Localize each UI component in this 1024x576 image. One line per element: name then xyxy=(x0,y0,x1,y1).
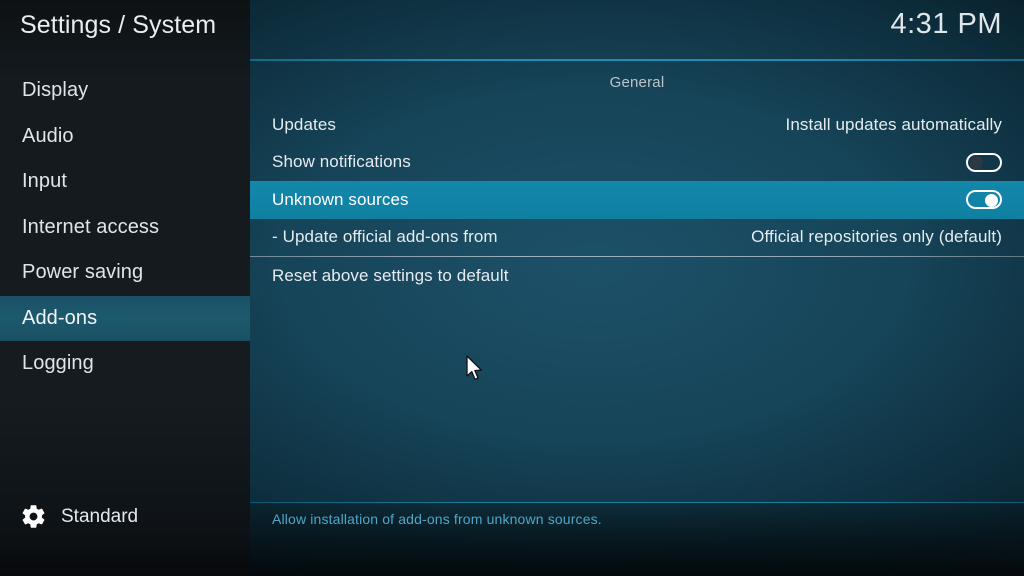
settings-level-label: Standard xyxy=(61,505,139,527)
sidebar-item-label: Add-ons xyxy=(22,306,98,329)
settings-content-panel: General Updates Install updates automatic… xyxy=(250,60,1024,502)
settings-row-label: Show notifications xyxy=(272,152,411,172)
sidebar-settings-level[interactable]: Standard xyxy=(20,503,138,530)
page-title: Settings / System xyxy=(20,11,217,39)
toggle-knob xyxy=(985,193,998,207)
sidebar-item-label: Logging xyxy=(22,352,94,374)
settings-row-label: Reset above settings to default xyxy=(272,265,509,285)
sidebar-item-label: Input xyxy=(22,170,67,192)
sidebar-item-audio[interactable]: Audio xyxy=(0,114,250,160)
section-title: General xyxy=(609,74,665,91)
toggle-knob xyxy=(970,156,983,170)
settings-row-value: Official repositories only (default) xyxy=(751,227,1002,247)
settings-row[interactable]: Unknown sources xyxy=(250,181,1024,219)
settings-row[interactable]: Updates Install updates automatically xyxy=(250,106,1024,144)
settings-row[interactable]: Reset above settings to default xyxy=(250,257,1024,295)
sidebar-item-logging[interactable]: Logging xyxy=(0,341,250,387)
clock: 4:31 PM xyxy=(890,8,1002,40)
sidebar-item-label: Display xyxy=(22,79,89,101)
settings-row-label: Unknown sources xyxy=(272,189,409,209)
footer-divider xyxy=(250,502,1024,503)
settings-row-label: Updates xyxy=(272,114,337,134)
toggle-switch-off[interactable] xyxy=(966,152,1002,172)
help-text: Allow installation of add-ons from unkno… xyxy=(272,511,602,527)
settings-rows: Updates Install updates automatically Show… xyxy=(250,106,1024,295)
sidebar-item-label: Power saving xyxy=(22,261,144,283)
settings-row-label: - Update official add-ons from xyxy=(272,227,498,247)
toggle-switch-on[interactable] xyxy=(966,190,1002,210)
gear-icon xyxy=(20,503,47,530)
window-header: Settings / System 4:31 PM xyxy=(0,0,1024,60)
sidebar-item-power-saving[interactable]: Power saving xyxy=(0,250,250,296)
settings-row-value: Install updates automatically xyxy=(785,114,1002,134)
sidebar-item-add-ons[interactable]: Add-ons xyxy=(0,295,250,341)
sidebar-item-display[interactable]: Display xyxy=(0,68,250,114)
settings-row[interactable]: - Update official add-ons from Official r… xyxy=(250,219,1024,257)
help-footer: Allow installation of add-ons from unkno… xyxy=(250,502,1024,576)
sidebar-item-internet-access[interactable]: Internet access xyxy=(0,205,250,251)
sidebar: Display Audio Input Internet access Power sa… xyxy=(0,0,250,576)
settings-row[interactable]: Show notifications xyxy=(250,144,1024,182)
sidebar-item-label: Internet access xyxy=(22,215,160,238)
kodi-settings-window: Settings / System 4:31 PM Display Audio In… xyxy=(0,0,1024,576)
sidebar-item-label: Audio xyxy=(22,124,74,147)
sidebar-item-input[interactable]: Input xyxy=(0,159,250,205)
sidebar-category-list: Display Audio Input Internet access Power sa… xyxy=(0,68,250,387)
